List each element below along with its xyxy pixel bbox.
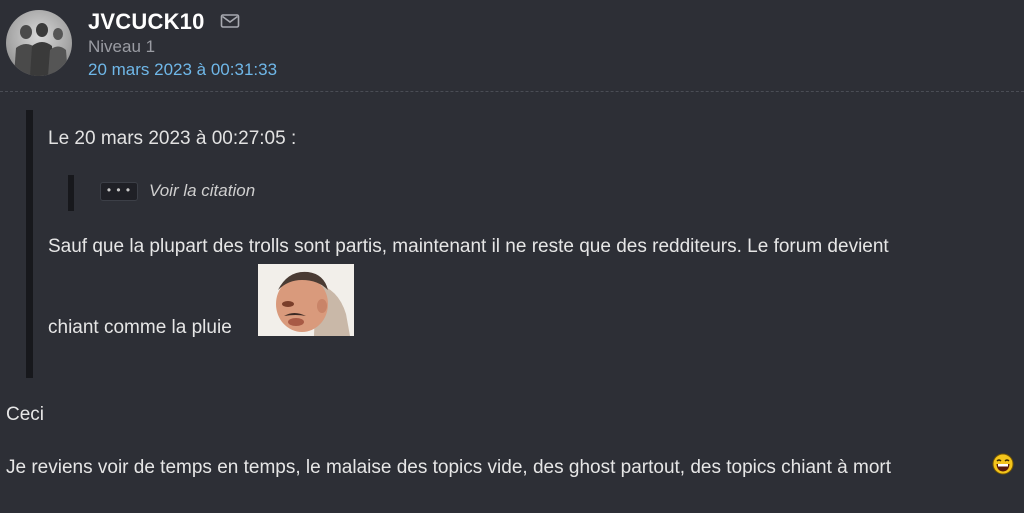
quote-header: Le 20 mars 2023 à 00:27:05 : <box>48 128 297 149</box>
risitas-sticker-icon <box>258 264 354 336</box>
risitas-sticker <box>258 264 354 336</box>
avatar[interactable] <box>6 10 72 76</box>
message-line-2: Je reviens voir de temps en temps, le ma… <box>6 457 891 478</box>
expand-quote-button[interactable]: • • • <box>100 182 138 201</box>
quote-text-line-2: chiant comme la pluie <box>48 317 232 338</box>
nested-quote-bar <box>68 175 74 211</box>
mail-icon[interactable] <box>220 13 240 29</box>
avatar-silhouettes-icon <box>14 23 68 76</box>
laughing-smiley-icon <box>992 453 1014 475</box>
user-level: Niveau 1 <box>88 37 156 56</box>
post-date-link[interactable]: 20 mars 2023 à 00:31:33 <box>88 60 277 80</box>
voir-citation-link[interactable]: Voir la citation <box>149 181 255 201</box>
message-line-1: Ceci <box>6 404 45 425</box>
quote-text-line-1: Sauf que la plupart des trolls sont part… <box>48 236 889 257</box>
header-divider <box>0 91 1024 92</box>
quote-bar <box>26 110 33 378</box>
username[interactable]: JVCUCK10 <box>88 9 205 35</box>
